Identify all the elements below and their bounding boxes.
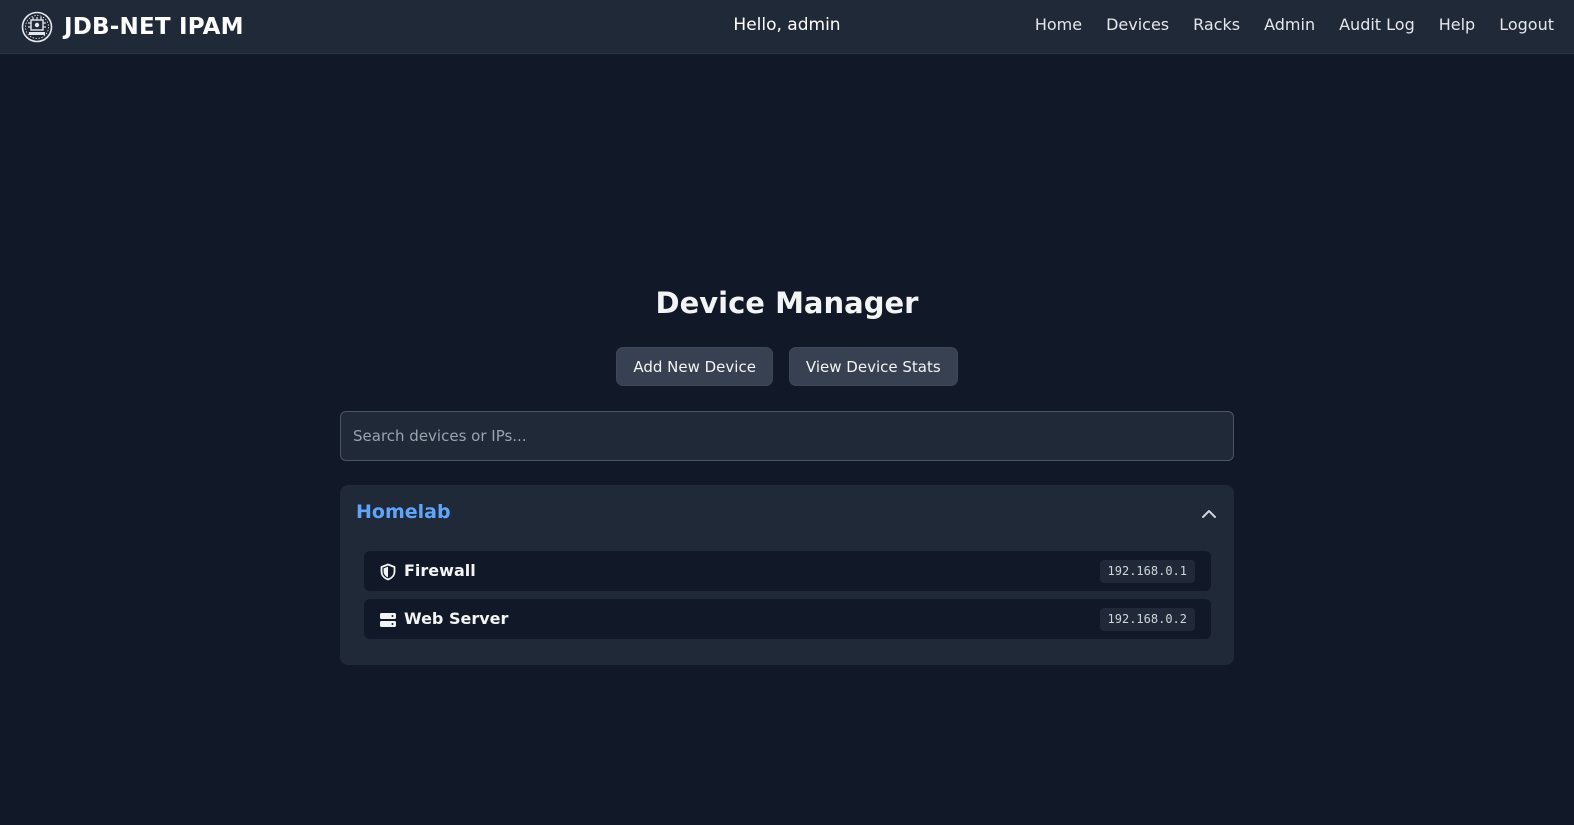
nav-link-logout[interactable]: Logout — [1499, 15, 1554, 34]
search-input[interactable] — [340, 411, 1234, 461]
group-name: Homelab — [356, 501, 451, 523]
nav-link-devices[interactable]: Devices — [1106, 15, 1169, 34]
nav-link-audit-log[interactable]: Audit Log — [1339, 15, 1415, 34]
server-icon — [379, 611, 397, 629]
nav-link-home[interactable]: Home — [1035, 15, 1082, 34]
ip-address-badge: 192.168.0.2 — [1099, 608, 1195, 631]
device-group-card: Homelab Firewall 192.168.0.1 Web Server — [340, 485, 1234, 665]
nav-link-racks[interactable]: Racks — [1193, 15, 1240, 34]
action-buttons: Add New Device View Device Stats — [0, 347, 1574, 386]
nav-link-admin[interactable]: Admin — [1264, 15, 1315, 34]
device-name: Firewall — [404, 561, 476, 580]
top-navbar: JDB-NET IPAM Hello, admin Home Devices R… — [0, 0, 1574, 54]
brand-logo-icon — [20, 10, 54, 44]
brand-title: JDB-NET IPAM — [64, 14, 244, 40]
brand[interactable]: JDB-NET IPAM — [20, 10, 244, 44]
main-nav: Home Devices Racks Admin Audit Log Help … — [1035, 15, 1554, 34]
ip-address-badge: 192.168.0.1 — [1099, 560, 1195, 583]
device-name: Web Server — [404, 609, 509, 628]
view-device-stats-button[interactable]: View Device Stats — [788, 347, 958, 386]
device-row[interactable]: Web Server 192.168.0.2 — [364, 599, 1211, 639]
shield-icon — [379, 563, 397, 581]
device-row[interactable]: Firewall 192.168.0.1 — [364, 551, 1211, 591]
chevron-up-icon[interactable] — [1200, 505, 1218, 523]
group-header[interactable]: Homelab — [356, 499, 1218, 529]
nav-link-help[interactable]: Help — [1439, 15, 1475, 34]
add-device-button[interactable]: Add New Device — [616, 347, 773, 386]
page-title: Device Manager — [655, 286, 919, 320]
